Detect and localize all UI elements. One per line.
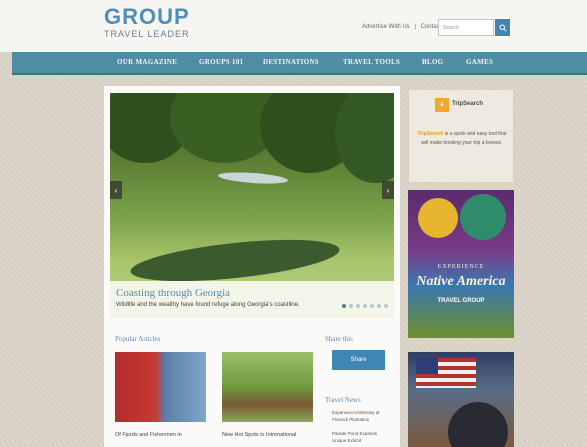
slider-dot[interactable] — [363, 304, 367, 308]
advertise-link[interactable]: Advertise With Us — [362, 24, 410, 30]
history-ad[interactable] — [408, 352, 514, 447]
ad-native-america-text: Native America — [416, 274, 506, 289]
article-thumbnail[interactable] — [222, 352, 313, 422]
article-thumbnail[interactable] — [115, 352, 206, 422]
prev-arrow-icon[interactable]: ‹ — [110, 181, 122, 199]
site-logo[interactable]: GROUP TRAVEL LEADER — [104, 4, 190, 40]
ad-experience-text: EXPERIENCE — [437, 264, 485, 270]
top-links: Advertise With Us | Contact — [362, 24, 444, 30]
news-item[interactable]: Pinnock Plantation — [332, 417, 369, 422]
slider-dot[interactable] — [349, 304, 353, 308]
slider-dot[interactable] — [370, 304, 374, 308]
slider-dot[interactable] — [377, 304, 381, 308]
slider-dot[interactable] — [342, 304, 346, 308]
tripsearch-widget[interactable]: ✈ TripSearch TripSearch is a quick and e… — [408, 89, 514, 183]
ad-decoration — [460, 194, 506, 240]
share-button-label: Share — [350, 357, 367, 363]
news-item[interactable]: Parade Pond Expands — [332, 431, 377, 436]
nav-item-travel-tools[interactable]: TRAVEL TOOLS — [343, 58, 400, 66]
main-nav: OUR MAGAZINE GROUPS 101 DESTINATIONS TRA… — [12, 52, 587, 75]
logo-main-text: GROUP — [104, 4, 190, 29]
site-header: GROUP TRAVEL LEADER Advertise With Us | … — [0, 0, 587, 52]
slider-dot[interactable] — [384, 304, 388, 308]
hero-text: Wildlife and the wealthy have found refu… — [116, 302, 300, 308]
news-item[interactable]: Expansion Underway at — [332, 410, 380, 415]
popular-articles-heading: Popular Articles — [115, 335, 161, 343]
article-title[interactable]: Of Fjords and Fishermen in — [115, 432, 182, 438]
tripsearch-logo-icon: ✈ — [435, 98, 449, 112]
nav-item-groups-101[interactable]: GROUPS 101 — [199, 58, 243, 66]
hero-slider[interactable]: ‹ › Coasting through Georgia Wildlife an… — [110, 93, 394, 318]
nav-item-blog[interactable]: BLOG — [422, 58, 443, 66]
page: GROUP TRAVEL LEADER Advertise With Us | … — [0, 0, 587, 447]
nav-item-our-magazine[interactable]: OUR MAGAZINE — [117, 58, 177, 66]
tripsearch-description: TripSearch is a quick and easy tool that… — [417, 130, 507, 148]
flag-canton — [416, 358, 438, 374]
nav-item-games[interactable]: GAMES — [466, 58, 493, 66]
nav-item-destinations[interactable]: DESTINATIONS — [263, 58, 319, 66]
search-input[interactable]: Search — [438, 19, 494, 36]
share-heading: Share this — [325, 335, 353, 343]
slider-dot[interactable] — [356, 304, 360, 308]
toplinks-divider: | — [414, 24, 416, 30]
native-america-ad[interactable]: EXPERIENCE Native America TRAVEL GROUP — [408, 190, 514, 338]
next-arrow-icon[interactable]: › — [382, 181, 394, 199]
hero-title[interactable]: Coasting through Georgia — [116, 287, 230, 299]
ad-decoration — [418, 198, 458, 238]
search-icon — [499, 24, 507, 32]
logo-sub-text: TRAVEL LEADER — [104, 29, 190, 39]
slider-dots — [342, 304, 388, 308]
news-item[interactable]: Unique Exhibit — [332, 438, 361, 443]
tripsearch-name: TripSearch — [452, 101, 484, 107]
article-title[interactable]: New Hot Spots in Intrenational — [222, 432, 296, 438]
travel-news-heading: Travel News — [325, 396, 361, 404]
ad-decoration — [448, 402, 508, 447]
search-button[interactable] — [495, 19, 510, 36]
share-button[interactable]: Share — [332, 350, 385, 370]
ad-travel-group-text: TRAVEL GROUP — [437, 298, 485, 304]
tripsearch-bold: TripSearch — [417, 131, 444, 137]
